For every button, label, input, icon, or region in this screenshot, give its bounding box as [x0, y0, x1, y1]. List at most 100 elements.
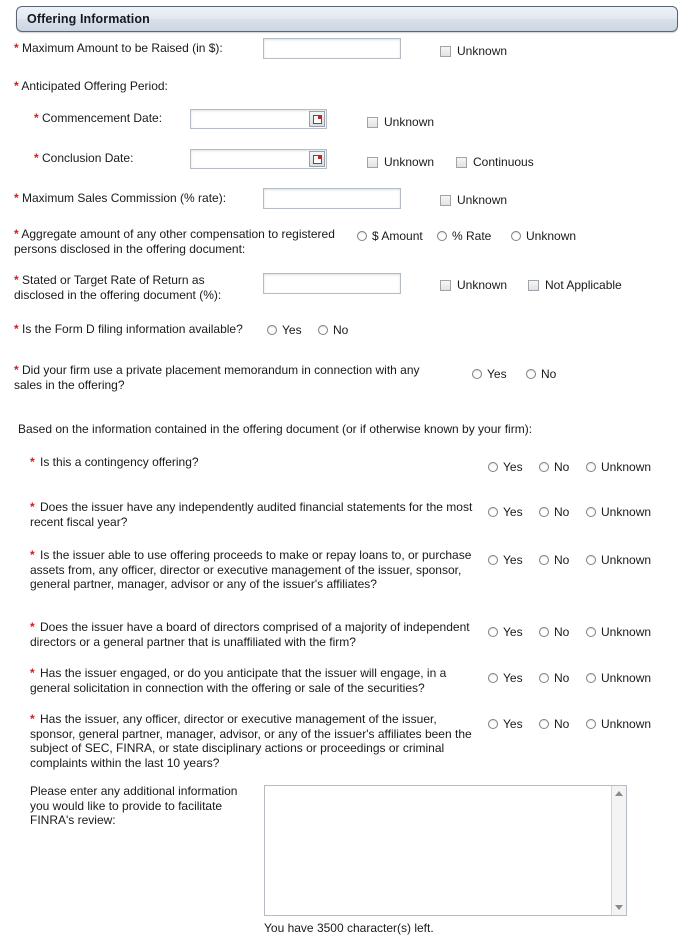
conclusion-date-continuous-checkbox[interactable]: Continuous — [456, 155, 534, 169]
checkbox-icon[interactable] — [367, 156, 378, 168]
private-placement-option-yes[interactable]: Yes — [472, 367, 507, 381]
aggregate-compensation-option-label: $ Amount — [372, 229, 423, 243]
radio-icon[interactable] — [586, 555, 596, 565]
question-6-option-yes[interactable]: Yes — [488, 717, 523, 731]
radio-icon[interactable] — [539, 462, 549, 472]
max-sales-commission-unknown-checkbox[interactable]: Unknown — [440, 193, 507, 207]
radio-icon[interactable] — [318, 325, 328, 335]
calendar-icon[interactable] — [309, 111, 325, 127]
checkbox-icon[interactable] — [456, 156, 467, 168]
commencement-date-field[interactable] — [190, 109, 327, 129]
question-3-option-unknown[interactable]: Unknown — [586, 553, 651, 567]
question-option-label: Yes — [503, 717, 523, 731]
textarea-scrollbar[interactable] — [611, 786, 626, 915]
target-rate-unknown-checkbox[interactable]: Unknown — [440, 278, 507, 292]
radio-icon[interactable] — [586, 462, 596, 472]
radio-icon[interactable] — [488, 673, 498, 683]
target-rate-input[interactable] — [263, 273, 401, 294]
question-5-option-no[interactable]: No — [539, 671, 569, 685]
form-d-option-yes[interactable]: Yes — [267, 323, 302, 337]
question-option-label: Unknown — [601, 505, 652, 519]
radio-icon[interactable] — [437, 231, 447, 241]
question-4-option-unknown[interactable]: Unknown — [586, 625, 651, 639]
calendar-icon[interactable] — [309, 151, 325, 167]
aggregate-compensation-option-unknown[interactable]: Unknown — [511, 229, 576, 243]
form-d-option-label: Yes — [282, 323, 302, 337]
private-placement-label: * Did your firm use a private placement … — [14, 363, 420, 392]
question-2-option-no[interactable]: No — [539, 505, 569, 519]
radio-icon[interactable] — [586, 719, 596, 729]
question-5-option-unknown[interactable]: Unknown — [586, 671, 651, 685]
conclusion-date-unknown-checkbox[interactable]: Unknown — [367, 155, 434, 169]
radio-icon[interactable] — [488, 555, 498, 565]
scroll-down-arrow-icon[interactable] — [615, 905, 623, 910]
radio-icon[interactable] — [586, 627, 596, 637]
question-text: * Does the issuer have any independently… — [30, 500, 473, 529]
required-asterisk: * — [14, 41, 19, 55]
question-option-label: Yes — [503, 625, 523, 639]
checkbox-icon[interactable] — [440, 279, 451, 291]
required-asterisk: * — [30, 548, 35, 562]
question-2-option-unknown[interactable]: Unknown — [586, 505, 651, 519]
max-sales-commission-unknown-label: Unknown — [457, 193, 508, 207]
radio-icon[interactable] — [488, 719, 498, 729]
conclusion-date-unknown-label: Unknown — [384, 155, 435, 169]
question-option-label: No — [554, 625, 570, 639]
additional-info-textarea[interactable] — [264, 785, 627, 916]
question-3-option-yes[interactable]: Yes — [488, 553, 523, 567]
question-1-option-no[interactable]: No — [539, 460, 569, 474]
conclusion-date-label: * Conclusion Date: — [34, 151, 134, 165]
offering-information-header: Offering Information — [16, 6, 678, 32]
radio-icon[interactable] — [526, 369, 536, 379]
aggregate-compensation-option-dollar[interactable]: $ Amount — [357, 229, 423, 243]
commencement-date-unknown-label: Unknown — [384, 115, 435, 129]
radio-icon[interactable] — [488, 507, 498, 517]
question-1-option-unknown[interactable]: Unknown — [586, 460, 651, 474]
scroll-up-arrow-icon[interactable] — [615, 791, 623, 796]
question-5-option-yes[interactable]: Yes — [488, 671, 523, 685]
max-amount-label: * Maximum Amount to be Raised (in $): — [14, 41, 223, 55]
question-6-option-no[interactable]: No — [539, 717, 569, 731]
question-4-option-yes[interactable]: Yes — [488, 625, 523, 639]
question-2-option-yes[interactable]: Yes — [488, 505, 523, 519]
max-amount-unknown-checkbox[interactable]: Unknown — [440, 44, 507, 58]
radio-icon[interactable] — [472, 369, 482, 379]
checkbox-icon[interactable] — [367, 116, 378, 128]
question-option-label: Unknown — [601, 717, 652, 731]
radio-icon[interactable] — [539, 507, 549, 517]
question-text: * Has the issuer engaged, or do you anti… — [30, 666, 447, 695]
radio-icon[interactable] — [267, 325, 277, 335]
radio-icon[interactable] — [586, 507, 596, 517]
question-option-label: Yes — [503, 460, 523, 474]
target-rate-not-applicable-checkbox[interactable]: Not Applicable — [528, 278, 622, 292]
required-asterisk: * — [14, 273, 19, 287]
question-6-option-unknown[interactable]: Unknown — [586, 717, 651, 731]
radio-icon[interactable] — [488, 462, 498, 472]
question-3-option-no[interactable]: No — [539, 553, 569, 567]
aggregate-compensation-option-percent[interactable]: % Rate — [437, 229, 491, 243]
character-counter: You have 3500 character(s) left. — [264, 921, 434, 935]
radio-icon[interactable] — [357, 231, 367, 241]
form-d-option-no[interactable]: No — [318, 323, 348, 337]
commencement-date-unknown-checkbox[interactable]: Unknown — [367, 115, 434, 129]
radio-icon[interactable] — [586, 673, 596, 683]
radio-icon[interactable] — [539, 719, 549, 729]
radio-icon[interactable] — [488, 627, 498, 637]
max-amount-input[interactable] — [263, 38, 401, 59]
private-placement-option-no[interactable]: No — [526, 367, 556, 381]
question-option-label: Yes — [503, 671, 523, 685]
question-1-option-yes[interactable]: Yes — [488, 460, 523, 474]
question-4-option-no[interactable]: No — [539, 625, 569, 639]
radio-icon[interactable] — [539, 673, 549, 683]
checkbox-icon[interactable] — [440, 45, 451, 57]
conclusion-date-field[interactable] — [190, 149, 327, 169]
radio-icon[interactable] — [539, 555, 549, 565]
page-title: Offering Information — [27, 12, 150, 26]
radio-icon[interactable] — [539, 627, 549, 637]
radio-icon[interactable] — [511, 231, 521, 241]
form-d-label: * Is the Form D filing information avail… — [14, 322, 243, 336]
conclusion-date-continuous-label: Continuous — [473, 155, 534, 169]
checkbox-icon[interactable] — [440, 194, 451, 206]
max-sales-commission-input[interactable] — [263, 188, 401, 209]
checkbox-icon[interactable] — [528, 279, 539, 291]
